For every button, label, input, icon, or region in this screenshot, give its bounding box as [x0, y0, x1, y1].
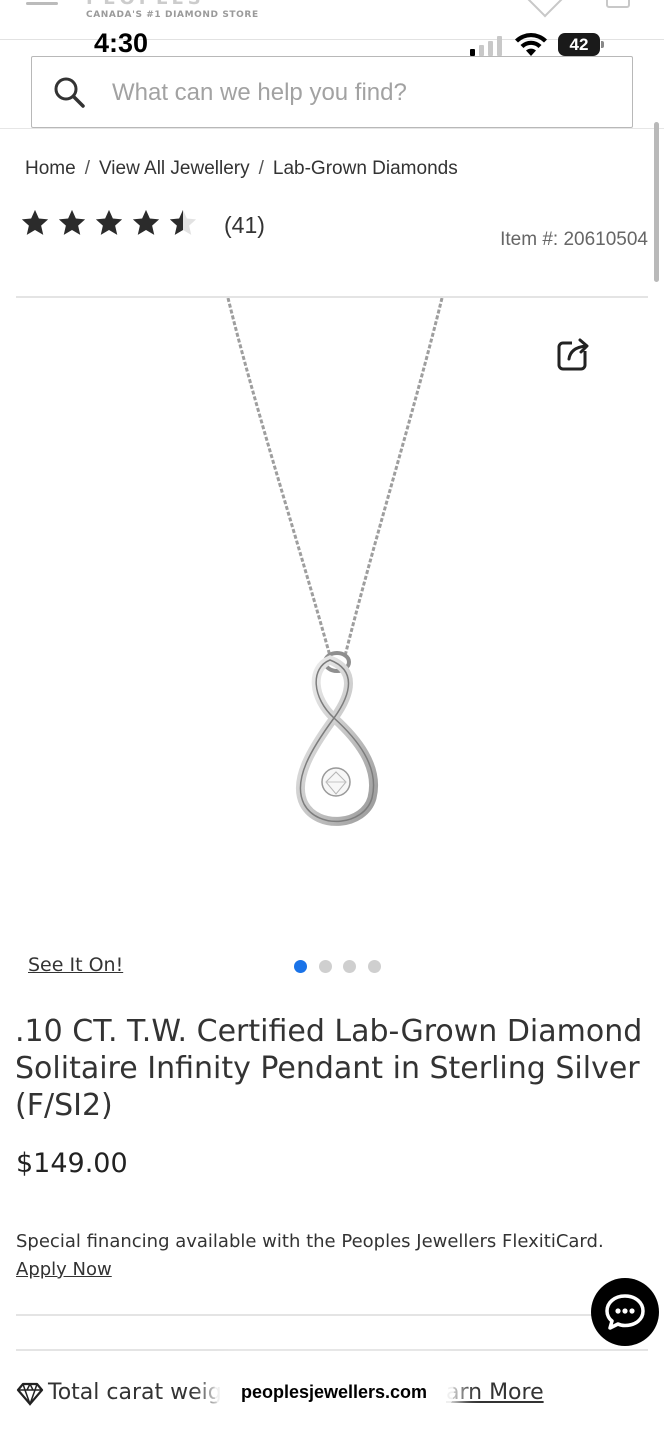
- learn-more-link[interactable]: arn More: [446, 1380, 544, 1405]
- breadcrumb: Home / View All Jewellery / Lab-Grown Diamon…: [25, 158, 458, 180]
- chat-bubble-icon: [605, 1294, 645, 1330]
- browser-url-pill[interactable]: peoplesjewellers.com: [214, 1368, 454, 1416]
- divider: [0, 128, 664, 129]
- star-icon: [95, 209, 123, 235]
- see-it-on-link[interactable]: See It On!: [28, 954, 123, 976]
- carousel-dot[interactable]: [368, 960, 381, 973]
- product-rating[interactable]: (41): [20, 208, 265, 244]
- carousel-dot[interactable]: [343, 960, 356, 973]
- item-number: Item #: 20610504: [500, 229, 648, 250]
- star-icon: [58, 209, 86, 235]
- menu-icon[interactable]: [26, 2, 58, 5]
- scrollbar[interactable]: [654, 122, 659, 282]
- wifi-icon: [515, 33, 547, 56]
- carat-weight-label: Total carat weig: [48, 1380, 222, 1405]
- search-icon[interactable]: [52, 75, 86, 109]
- product-title: .10 CT. T.W. Certified Lab-Grown Diamond…: [15, 1014, 643, 1123]
- share-icon[interactable]: [556, 336, 592, 372]
- breadcrumb-lab-grown-diamonds[interactable]: Lab-Grown Diamonds: [273, 158, 458, 179]
- diamond-icon: [16, 1382, 44, 1406]
- chat-button[interactable]: [591, 1278, 659, 1346]
- wishlist-icon[interactable]: [526, 0, 564, 18]
- cellular-signal-icon: [470, 34, 506, 56]
- battery-indicator: 42: [558, 33, 604, 56]
- half-star-icon: [169, 209, 197, 235]
- breadcrumb-home[interactable]: Home: [25, 158, 76, 179]
- breadcrumb-separator: /: [258, 158, 264, 179]
- financing-text: Special financing available with the Peo…: [16, 1231, 604, 1252]
- bag-icon[interactable]: [606, 0, 630, 8]
- product-price: $149.00: [16, 1148, 128, 1179]
- breadcrumb-separator: /: [84, 158, 90, 179]
- breadcrumb-view-all-jewellery[interactable]: View All Jewellery: [99, 158, 250, 179]
- brand-tagline: CANADA'S #1 DIAMOND STORE: [86, 10, 259, 20]
- financing-note: Special financing available with the Peo…: [16, 1228, 646, 1284]
- search-input[interactable]: [112, 73, 612, 113]
- apply-now-link[interactable]: Apply Now: [16, 1259, 112, 1280]
- search-bar[interactable]: [31, 56, 633, 128]
- divider: [16, 1314, 648, 1316]
- product-image-pendant[interactable]: [0, 298, 664, 938]
- status-time: 4:30: [94, 28, 149, 58]
- carousel-dot[interactable]: [294, 960, 307, 973]
- brand-logo[interactable]: PEOPLES: [86, 0, 236, 9]
- star-icon: [21, 209, 49, 235]
- carousel-dot[interactable]: [319, 960, 332, 973]
- star-icon: [132, 209, 160, 235]
- divider: [16, 1349, 648, 1351]
- review-count[interactable]: (41): [224, 212, 265, 239]
